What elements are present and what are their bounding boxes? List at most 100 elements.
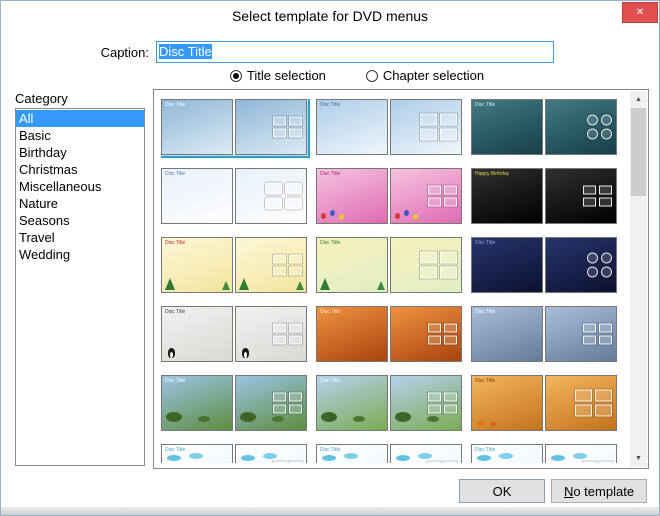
template-caption-text: Disc Title (475, 447, 495, 453)
template-panel-left: Disc Title (316, 306, 388, 362)
template-teal-grunge[interactable]: Disc Title (471, 99, 617, 155)
category-item-nature[interactable]: Nature (16, 195, 144, 212)
scroll-thumb[interactable] (631, 108, 646, 196)
template-panel-right (235, 168, 307, 224)
radio-unselected-icon (366, 70, 378, 82)
template-caption-text: Disc Title (165, 447, 185, 453)
template-caption-text: Disc Title (475, 378, 495, 384)
template-panel-right (545, 375, 617, 431)
template-caption-text: Disc Title (320, 378, 340, 384)
template-panel-left: Disc Title (316, 168, 388, 224)
template-caption-text: Disc Title (165, 171, 185, 177)
template-summer-clouds-1[interactable]: Disc Title (161, 444, 307, 463)
canopy-decoration (317, 376, 387, 430)
radio-chapter-selection[interactable]: Chapter selection (366, 68, 484, 83)
template-panel-right (390, 99, 462, 155)
template-panel-left: Disc Title (471, 237, 543, 293)
template-caption-text: Disc Title (475, 309, 495, 315)
no-template-label-rest: o template (573, 484, 634, 499)
photo-frames (420, 252, 457, 279)
template-panel-right (545, 99, 617, 155)
photo-frames (587, 253, 612, 278)
photo-frames (428, 186, 457, 207)
template-panel-left: Disc Title (161, 168, 233, 224)
template-panel-left: Disc Title (161, 375, 233, 431)
category-item-wedding[interactable]: Wedding (16, 246, 144, 263)
template-spring-trees[interactable]: Disc Title (161, 375, 307, 431)
template-blue-glow[interactable]: Disc Title (161, 99, 307, 155)
clouds-decoration (236, 445, 306, 463)
scroll-down-icon[interactable]: ▼ (630, 450, 647, 467)
scroll-up-icon[interactable]: ▲ (630, 91, 647, 108)
template-blue-frames[interactable]: Disc Title (316, 99, 462, 155)
photo-frames (273, 117, 302, 138)
category-item-travel[interactable]: Travel (16, 229, 144, 246)
category-list[interactable]: AllBasicBirthdayChristmasMiscellaneousNa… (15, 108, 145, 466)
template-caption-text: Disc Title (320, 447, 340, 453)
category-item-basic[interactable]: Basic (16, 127, 144, 144)
template-pink-birthday[interactable]: Disc Title (316, 168, 462, 224)
ok-button[interactable]: OK (459, 479, 545, 503)
template-fire-sky[interactable]: Disc Title (316, 306, 462, 362)
titlebar: Select template for DVD menus (1, 1, 659, 31)
template-caption-text: Disc Title (320, 309, 340, 315)
template-panel-right (390, 444, 462, 463)
template-caption-text: Happy Birthday (475, 171, 509, 177)
template-panel-right (545, 444, 617, 463)
photo-frames (583, 324, 612, 345)
template-pale-blue[interactable]: Disc Title (161, 168, 307, 224)
template-black-birthday[interactable]: Happy Birthday (471, 168, 617, 224)
radio-selected-icon (230, 70, 242, 82)
template-christmas-trees[interactable]: Disc Title (161, 237, 307, 293)
template-panel-left: Happy Birthday (471, 168, 543, 224)
template-panel-right (545, 306, 617, 362)
template-panel-left: Disc Title (316, 375, 388, 431)
template-winter-forest[interactable]: Disc Title (471, 306, 617, 362)
template-caption-text: Disc Title (475, 240, 495, 246)
photo-frames (583, 462, 612, 464)
template-summer-clouds-3[interactable]: Disc Title (471, 444, 617, 463)
clouds-decoration (546, 445, 616, 463)
photo-frames (428, 324, 457, 345)
template-panel-right (235, 99, 307, 155)
photo-frames (273, 462, 302, 464)
category-item-seasons[interactable]: Seasons (16, 212, 144, 229)
close-button[interactable]: ✕ (622, 2, 658, 23)
template-christmas-frames[interactable]: Disc Title (316, 237, 462, 293)
template-panel-right (545, 168, 617, 224)
template-panel-right (235, 375, 307, 431)
caption-input[interactable]: Disc Title (156, 41, 554, 63)
category-item-birthday[interactable]: Birthday (16, 144, 144, 161)
photo-frames (273, 255, 302, 276)
category-item-miscellaneous[interactable]: Miscellaneous (16, 178, 144, 195)
template-penguin-cartoon[interactable]: Disc Title (161, 306, 307, 362)
template-panel-right (235, 444, 307, 463)
template-panel-right (235, 237, 307, 293)
category-item-all[interactable]: All (16, 110, 144, 127)
template-navy-swirl[interactable]: Disc Title (471, 237, 617, 293)
photo-frames (428, 393, 457, 414)
template-scrollbar[interactable]: ▲ ▼ (630, 91, 647, 467)
template-panel-right (545, 237, 617, 293)
no-template-button[interactable]: No template (551, 479, 647, 503)
template-panel-right (390, 306, 462, 362)
photo-frames (587, 115, 612, 140)
template-panel-right (390, 237, 462, 293)
template-autumn-harvest[interactable]: Disc Title (471, 375, 617, 431)
radio-title-label: Title selection (247, 68, 326, 83)
balloons-decoration (317, 169, 387, 223)
template-caption-text: Disc Title (475, 102, 495, 108)
window-bottom-edge (1, 507, 659, 515)
template-panel-left: Disc Title (316, 237, 388, 293)
caption-label: Caption: (61, 43, 149, 63)
pumpkin-decoration (472, 376, 542, 430)
template-panel-left: Disc Title (471, 99, 543, 155)
trees-decoration (162, 238, 232, 292)
template-summer-clouds-2[interactable]: Disc Title (316, 444, 462, 463)
photo-frames (583, 186, 612, 207)
template-caption-text: Disc Title (320, 171, 340, 177)
category-item-christmas[interactable]: Christmas (16, 161, 144, 178)
template-meadow[interactable]: Disc Title (316, 375, 462, 431)
radio-title-selection[interactable]: Title selection (230, 68, 326, 83)
template-area: Disc TitleDisc TitleDisc TitleDisc Title… (153, 89, 649, 469)
